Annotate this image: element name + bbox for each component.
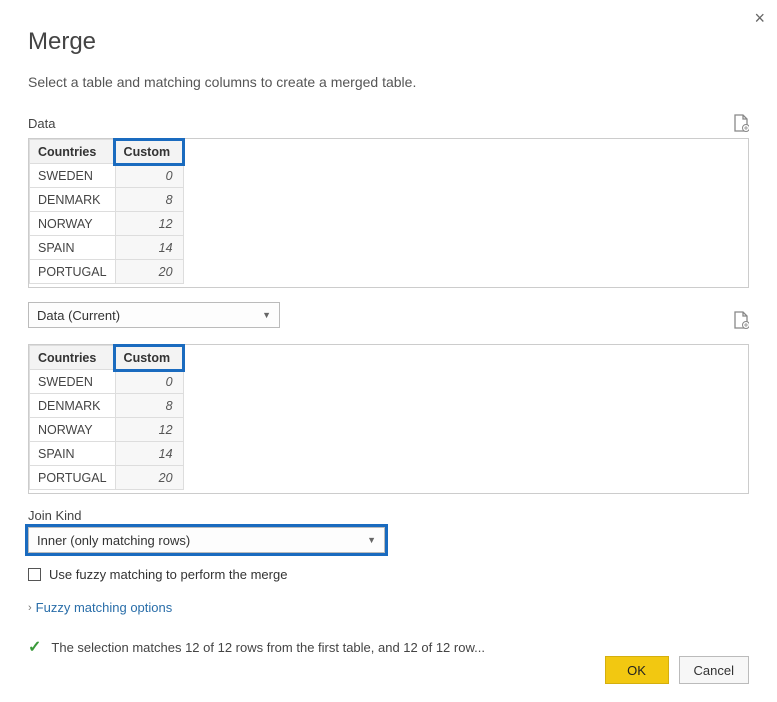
cell-custom: 20 (115, 466, 183, 490)
cell-country: NORWAY (30, 418, 116, 442)
column-header-custom[interactable]: Custom (115, 140, 183, 164)
table2-preview: Countries Custom SWEDEN0 DENMARK8 NORWAY… (28, 344, 749, 494)
fuzzy-options-expander[interactable]: › Fuzzy matching options (28, 600, 749, 615)
fuzzy-options-label: Fuzzy matching options (36, 600, 173, 615)
table2-selector-value: Data (Current) (37, 308, 120, 323)
cell-country: PORTUGAL (30, 466, 116, 490)
cell-custom: 8 (115, 188, 183, 212)
table-row[interactable]: PORTUGAL20 (30, 260, 184, 284)
chevron-down-icon: ▼ (367, 535, 376, 545)
sheet-options-icon[interactable] (734, 311, 749, 329)
table-row[interactable]: NORWAY12 (30, 418, 184, 442)
cell-custom: 20 (115, 260, 183, 284)
column-header-countries[interactable]: Countries (30, 346, 116, 370)
cell-country: SPAIN (30, 236, 116, 260)
close-icon[interactable]: × (754, 8, 765, 29)
table-row[interactable]: PORTUGAL20 (30, 466, 184, 490)
chevron-down-icon: ▼ (262, 310, 271, 320)
table-row[interactable]: SWEDEN0 (30, 370, 184, 394)
column-header-countries[interactable]: Countries (30, 140, 116, 164)
table2-selector-dropdown[interactable]: Data (Current) ▼ (28, 302, 280, 328)
table1-preview: Countries Custom SWEDEN0 DENMARK8 NORWAY… (28, 138, 749, 288)
cell-custom: 14 (115, 442, 183, 466)
sheet-options-icon[interactable] (734, 114, 749, 132)
ok-button[interactable]: OK (605, 656, 669, 684)
cell-custom: 8 (115, 394, 183, 418)
cell-country: SPAIN (30, 442, 116, 466)
cell-custom: 12 (115, 418, 183, 442)
cell-custom: 14 (115, 236, 183, 260)
join-kind-label: Join Kind (28, 508, 749, 523)
cell-country: SWEDEN (30, 370, 116, 394)
fuzzy-checkbox-label: Use fuzzy matching to perform the merge (49, 567, 287, 582)
status-text: The selection matches 12 of 12 rows from… (51, 640, 485, 655)
dialog-subtitle: Select a table and matching columns to c… (28, 74, 749, 90)
table-row[interactable]: SWEDEN0 (30, 164, 184, 188)
checkmark-icon: ✓ (28, 637, 41, 657)
join-kind-dropdown[interactable]: Inner (only matching rows) ▼ (28, 527, 385, 553)
column-header-custom[interactable]: Custom (115, 346, 183, 370)
cell-custom: 0 (115, 370, 183, 394)
dialog-title: Merge (28, 28, 749, 56)
table-row[interactable]: SPAIN14 (30, 236, 184, 260)
table-header-row: Countries Custom (30, 346, 184, 370)
cell-country: DENMARK (30, 188, 116, 212)
join-kind-value: Inner (only matching rows) (37, 533, 190, 548)
cell-custom: 12 (115, 212, 183, 236)
table-row[interactable]: DENMARK8 (30, 394, 184, 418)
cell-country: DENMARK (30, 394, 116, 418)
table-header-row: Countries Custom (30, 140, 184, 164)
chevron-right-icon: › (28, 602, 32, 614)
cancel-button[interactable]: Cancel (679, 656, 749, 684)
cell-country: NORWAY (30, 212, 116, 236)
cell-custom: 0 (115, 164, 183, 188)
cell-country: SWEDEN (30, 164, 116, 188)
table1-label: Data (28, 116, 55, 131)
table-row[interactable]: DENMARK8 (30, 188, 184, 212)
cell-country: PORTUGAL (30, 260, 116, 284)
table-row[interactable]: SPAIN14 (30, 442, 184, 466)
fuzzy-checkbox[interactable] (28, 568, 41, 581)
table-row[interactable]: NORWAY12 (30, 212, 184, 236)
